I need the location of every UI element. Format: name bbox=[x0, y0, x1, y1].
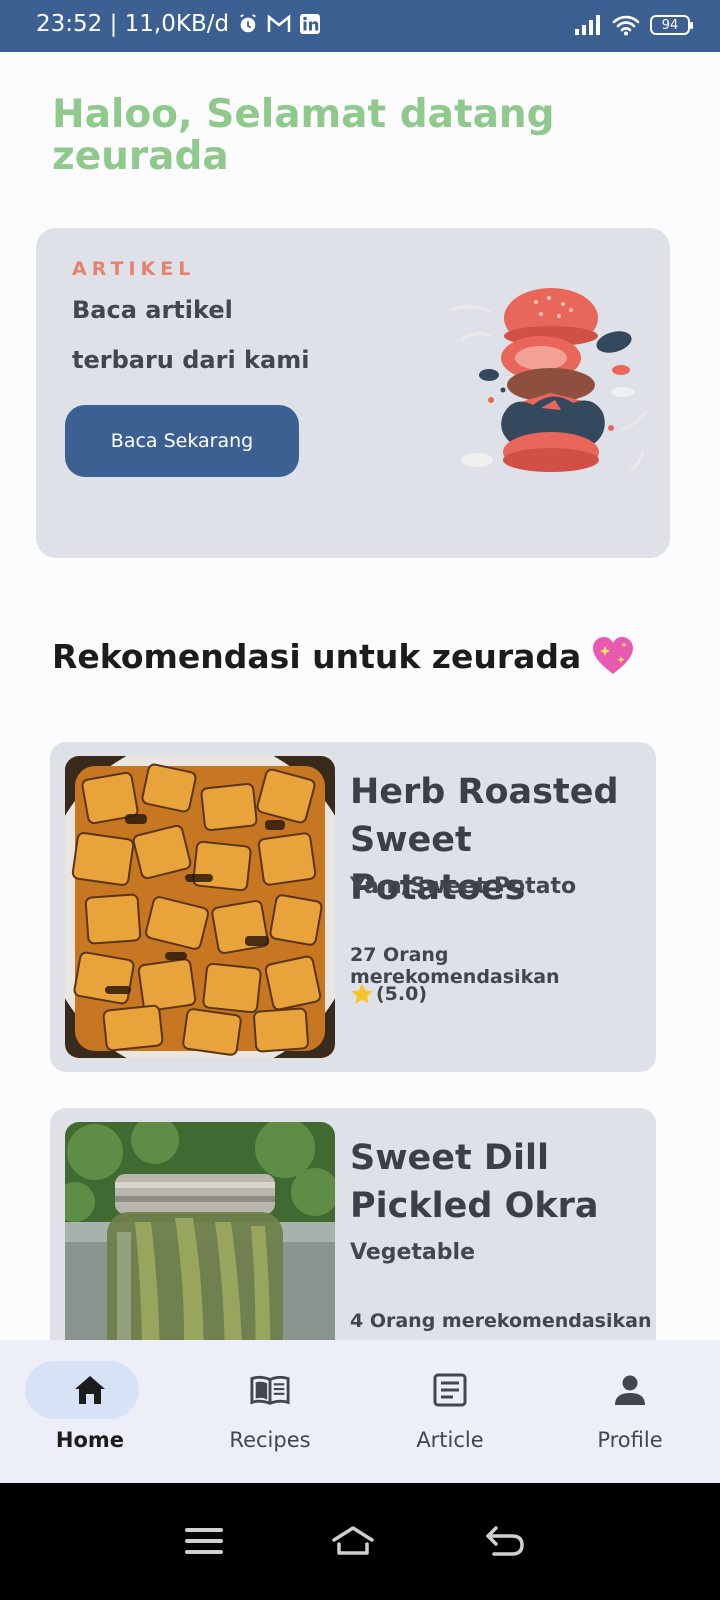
nav-home[interactable]: Home bbox=[0, 1340, 180, 1483]
status-left: 23:52 | 11,0KB/d bbox=[36, 11, 321, 37]
status-right: 94 bbox=[574, 14, 693, 36]
article-icon bbox=[430, 1370, 470, 1410]
gmail-icon bbox=[267, 14, 291, 34]
recommend-count: 4 Orang merekomendasikan bbox=[350, 1310, 652, 1332]
book-icon bbox=[250, 1370, 290, 1410]
article-card: ARTIKEL Baca artikel terbaru dari kami B… bbox=[36, 228, 670, 558]
sparkling-heart-icon bbox=[593, 637, 634, 674]
nav-label-home: Home bbox=[55, 1428, 125, 1452]
recipe-category: Yam/Sweet Potato bbox=[350, 874, 577, 899]
nav-label-profile: Profile bbox=[597, 1428, 663, 1452]
recommendation-title-text: Rekomendasi untuk zeurada bbox=[52, 636, 582, 676]
recipe-category: Vegetable bbox=[350, 1240, 475, 1265]
linkedin-icon bbox=[299, 13, 321, 35]
recipe-card[interactable]: Herb Roasted Sweet Potatoes Yam/Sweet Po… bbox=[50, 742, 656, 1072]
alarm-icon bbox=[237, 13, 259, 35]
article-headline-line2: terbaru dari kami bbox=[72, 346, 310, 374]
back-icon[interactable] bbox=[483, 1521, 527, 1561]
rating-value: (5.0) bbox=[376, 983, 428, 1005]
battery-icon: 94 bbox=[650, 15, 693, 35]
greeting-title: Haloo, Selamat datang zeurada bbox=[52, 92, 555, 179]
nav-label-recipes: Recipes bbox=[229, 1428, 311, 1452]
star-icon bbox=[351, 983, 373, 1004]
home-icon bbox=[70, 1370, 110, 1410]
bottom-navigation: Home Recipes Article Profile bbox=[0, 1340, 720, 1483]
recommendation-title: Rekomendasi untuk zeurada bbox=[52, 636, 635, 676]
home-button-icon[interactable] bbox=[331, 1521, 375, 1561]
article-eyebrow: ARTIKEL bbox=[72, 258, 196, 280]
recipe-title: Sweet Dill Pickled Okra bbox=[350, 1138, 599, 1226]
nav-article[interactable]: Article bbox=[360, 1340, 540, 1483]
status-bar: 23:52 | 11,0KB/d 94 bbox=[0, 0, 720, 52]
burger-illustration bbox=[450, 288, 648, 472]
recipe-image bbox=[65, 756, 335, 1058]
nav-profile[interactable]: Profile bbox=[540, 1340, 720, 1483]
wifi-icon bbox=[612, 14, 640, 36]
person-icon bbox=[610, 1370, 650, 1410]
nav-recipes[interactable]: Recipes bbox=[180, 1340, 360, 1483]
nav-label-article: Article bbox=[416, 1428, 484, 1452]
read-now-button[interactable]: Baca Sekarang bbox=[65, 405, 299, 477]
recipe-rating: (5.0) bbox=[350, 982, 427, 1006]
signal-icon bbox=[574, 14, 602, 36]
menu-icon[interactable] bbox=[182, 1521, 226, 1561]
system-navigation-bar bbox=[0, 1483, 720, 1600]
status-time: 23:52 | 11,0KB/d bbox=[36, 11, 230, 37]
article-headline-line1: Baca artikel bbox=[72, 296, 233, 324]
